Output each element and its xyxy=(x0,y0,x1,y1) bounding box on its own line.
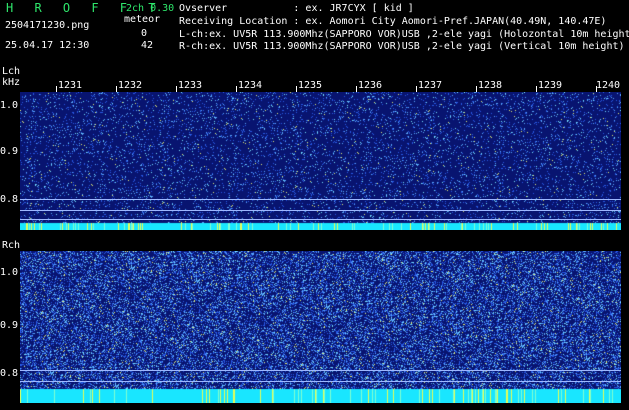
rch-ref-line xyxy=(20,381,621,382)
lch-ytick-0-9: 0.9 xyxy=(0,146,19,157)
xtick-1232: 1232 xyxy=(118,80,143,91)
xtick-1240: 1240 xyxy=(596,80,621,91)
lch-ref-line xyxy=(20,219,621,220)
xtick-1233: 1233 xyxy=(178,80,203,91)
location-info: Receiving Location : ex. Aomori City Aom… xyxy=(179,16,607,27)
rch-receiver-info: R-ch:ex. UV5R 113.900Mhz(SAPPORO VOR)USB… xyxy=(179,41,625,52)
rch-ytick-0-9: 0.9 xyxy=(0,320,19,331)
xtick-1231: 1231 xyxy=(58,80,83,91)
lch-ytick-1-0: 1.0 xyxy=(0,100,19,111)
xtick-1238: 1238 xyxy=(478,80,503,91)
rch-meteor-count: 42 xyxy=(141,40,154,51)
xtick-1236: 1236 xyxy=(358,80,383,91)
xtick-1234: 1234 xyxy=(238,80,263,91)
xtick-1239: 1239 xyxy=(538,80,563,91)
observer-info: Ovserver : ex. JR7CYX [ kid ] xyxy=(179,3,414,14)
rch-channel-label: Rch xyxy=(2,240,21,251)
meteor-label: meteor xyxy=(124,14,161,25)
filename-label: 2504171230.png xyxy=(5,20,90,31)
lch-meteor-count: 0 xyxy=(141,28,148,39)
xtick-1237: 1237 xyxy=(418,80,443,91)
rch-ytick-0-8: 0.8 xyxy=(0,368,19,379)
xtick-1235: 1235 xyxy=(298,80,323,91)
lch-unit-label: kHz xyxy=(2,77,21,88)
lch-ytick-0-8: 0.8 xyxy=(0,194,19,205)
lch-receiver-info: L-ch:ex. UV5R 113.900Mhz(SAPPORO VOR)USB… xyxy=(179,29,629,40)
datetime-label: 25.04.17 12:30 xyxy=(5,40,90,51)
rch-ref-line xyxy=(20,370,621,371)
rch-ytick-1-0: 1.0 xyxy=(0,267,19,278)
lch-ref-line xyxy=(20,199,621,200)
lch-ref-line xyxy=(20,210,621,211)
